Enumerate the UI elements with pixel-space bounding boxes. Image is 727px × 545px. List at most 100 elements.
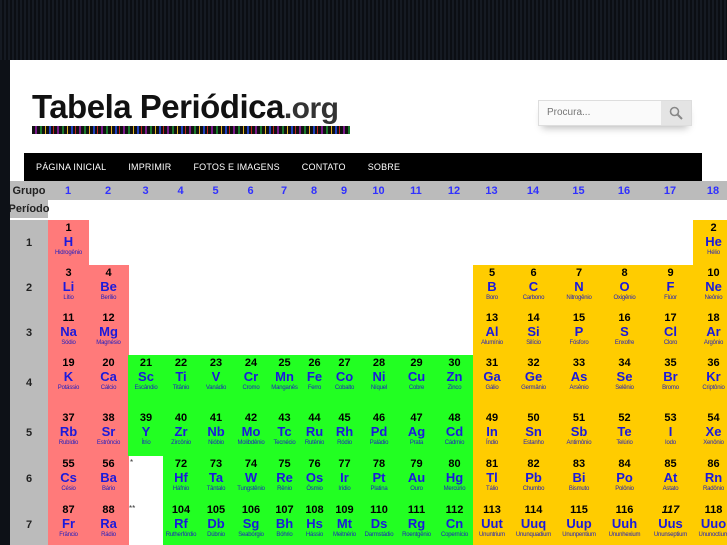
element-as[interactable]: 33 As Arsênio [556, 355, 602, 410]
nav-photos[interactable]: FOTOS E IMAGENS [193, 162, 279, 172]
atomic-number: 18 [707, 312, 720, 324]
element-pd[interactable]: 46 Pd Paládio [360, 410, 398, 456]
element-p[interactable]: 15 P Fósforo [556, 310, 602, 355]
element-se[interactable]: 34 Se Selênio [601, 355, 648, 410]
nav-contact[interactable]: CONTATO [302, 162, 346, 172]
nav-about[interactable]: SOBRE [368, 162, 401, 172]
element-b[interactable]: 5 B Boro [473, 265, 511, 310]
element-re[interactable]: 75 Re Rênio [268, 456, 301, 502]
element-sb[interactable]: 51 Sb Antimônio [556, 410, 602, 456]
element-au[interactable]: 79 Au Ouro [397, 456, 436, 502]
search-button[interactable] [661, 101, 691, 125]
element-bi[interactable]: 83 Bi Bismuto [556, 456, 602, 502]
element-nb[interactable]: 41 Nb Nióbio [198, 410, 234, 456]
search-input[interactable] [539, 101, 662, 123]
nav-home[interactable]: PÁGINA INICIAL [36, 162, 106, 172]
element-mg[interactable]: 12 Mg Magnésio [88, 310, 129, 355]
element-ca[interactable]: 20 Ca Cálcio [88, 355, 129, 410]
atomic-number: 81 [485, 458, 499, 470]
element-ra[interactable]: 88 Ra Rádio [88, 502, 129, 545]
element-rf[interactable]: 104 Rf Rutherfórdio [163, 502, 199, 545]
site-logo[interactable]: Tabela Periódica.org [32, 88, 339, 126]
element-at[interactable]: 85 At Astato [647, 456, 694, 502]
element-uuq[interactable]: 114 Uuq Ununquadium [510, 502, 557, 545]
element-ba[interactable]: 56 Ba Bário [88, 456, 129, 502]
element-uus[interactable]: 117 Uus Ununseptium [647, 502, 694, 545]
element-y[interactable]: 39 Y Ítrio [128, 410, 164, 456]
element-hg[interactable]: 80 Hg Mercúrio [435, 456, 474, 502]
element-na[interactable]: 11 Na Sódio [48, 310, 89, 355]
element-sr[interactable]: 38 Sr Estrôncio [88, 410, 129, 456]
element-fe[interactable]: 26 Fe Ferro [300, 355, 329, 410]
element-kr[interactable]: 36 Kr Criptônio [693, 355, 727, 410]
element-mo[interactable]: 42 Mo Molibdênio [233, 410, 269, 456]
element-mt[interactable]: 109 Mt Meitnério [328, 502, 361, 545]
element-rg[interactable]: 111 Rg Roentgênio [397, 502, 436, 545]
element-n[interactable]: 7 N Nitrogênio [556, 265, 602, 310]
element-o[interactable]: 8 O Oxigênio [601, 265, 648, 310]
element-be[interactable]: 4 Be Berílio [88, 265, 129, 310]
element-os[interactable]: 76 Os Ósmio [300, 456, 329, 502]
element-tl[interactable]: 81 Tl Tálio [473, 456, 511, 502]
element-w[interactable]: 74 W Tungstênio [233, 456, 269, 502]
element-cn[interactable]: 112 Cn Copernício [435, 502, 474, 545]
element-he[interactable]: 2 He Hélio [693, 220, 727, 265]
element-br[interactable]: 35 Br Bromo [647, 355, 694, 410]
element-ne[interactable]: 10 Ne Neônio [693, 265, 727, 310]
element-name: Fósforo [569, 340, 589, 346]
element-sn[interactable]: 50 Sn Estanho [510, 410, 557, 456]
element-v[interactable]: 23 V Vanádio [198, 355, 234, 410]
element-ni[interactable]: 28 Ni Níquel [360, 355, 398, 410]
element-mn[interactable]: 25 Mn Manganês [268, 355, 301, 410]
element-uup[interactable]: 115 Uup Ununpentium [556, 502, 602, 545]
element-cs[interactable]: 55 Cs Césio [48, 456, 89, 502]
element-s[interactable]: 16 S Enxofre [601, 310, 648, 355]
element-ru[interactable]: 44 Ru Rutênio [300, 410, 329, 456]
element-si[interactable]: 14 Si Silício [510, 310, 557, 355]
element-cd[interactable]: 48 Cd Cádmio [435, 410, 474, 456]
nav-print[interactable]: IMPRIMIR [128, 162, 171, 172]
element-c[interactable]: 6 C Carbono [510, 265, 557, 310]
element-zn[interactable]: 30 Zn Zinco [435, 355, 474, 410]
element-ti[interactable]: 22 Ti Titânio [163, 355, 199, 410]
element-f[interactable]: 9 F Flúor [647, 265, 694, 310]
element-fr[interactable]: 87 Fr Frâncio [48, 502, 89, 545]
element-ta[interactable]: 73 Ta Tântalo [198, 456, 234, 502]
element-rn[interactable]: 86 Rn Radônio [693, 456, 727, 502]
element-hs[interactable]: 108 Hs Hássio [300, 502, 329, 545]
element-pb[interactable]: 82 Pb Chumbo [510, 456, 557, 502]
element-i[interactable]: 53 I Iodo [647, 410, 694, 456]
element-cu[interactable]: 29 Cu Cobre [397, 355, 436, 410]
element-co[interactable]: 27 Co Cobalto [328, 355, 361, 410]
element-al[interactable]: 13 Al Alumínio [473, 310, 511, 355]
element-ar[interactable]: 18 Ar Argônio [693, 310, 727, 355]
element-cr[interactable]: 24 Cr Cromo [233, 355, 269, 410]
element-ds[interactable]: 110 Ds Darmstádio [360, 502, 398, 545]
element-sc[interactable]: 21 Sc Escândio [128, 355, 164, 410]
element-ga[interactable]: 31 Ga Gálio [473, 355, 511, 410]
element-h[interactable]: 1 H Hidrogênio [48, 220, 89, 265]
element-cl[interactable]: 17 Cl Cloro [647, 310, 694, 355]
element-ge[interactable]: 32 Ge Germânio [510, 355, 557, 410]
element-li[interactable]: 3 Li Lítio [48, 265, 89, 310]
atomic-number: 15 [572, 312, 586, 324]
element-hf[interactable]: 72 Hf Háfnio [163, 456, 199, 502]
element-ir[interactable]: 77 Ir Irídio [328, 456, 361, 502]
element-po[interactable]: 84 Po Polônio [601, 456, 648, 502]
element-uut[interactable]: 113 Uut Ununtrium [473, 502, 511, 545]
element-pt[interactable]: 78 Pt Platina [360, 456, 398, 502]
element-uuo[interactable]: 118 Uuo Ununoctium [693, 502, 727, 545]
element-zr[interactable]: 40 Zr Zircônio [163, 410, 199, 456]
element-rb[interactable]: 37 Rb Rubídio [48, 410, 89, 456]
element-k[interactable]: 19 K Potássio [48, 355, 89, 410]
element-xe[interactable]: 54 Xe Xenônio [693, 410, 727, 456]
element-uuh[interactable]: 116 Uuh Ununhexium [601, 502, 648, 545]
element-db[interactable]: 105 Db Dúbnio [198, 502, 234, 545]
element-rh[interactable]: 45 Rh Ródio [328, 410, 361, 456]
element-bh[interactable]: 107 Bh Bóhrio [268, 502, 301, 545]
element-tc[interactable]: 43 Tc Tecnécio [268, 410, 301, 456]
element-te[interactable]: 52 Te Telúrio [601, 410, 648, 456]
element-sg[interactable]: 106 Sg Seabórgio [233, 502, 269, 545]
element-ag[interactable]: 47 Ag Prata [397, 410, 436, 456]
element-in[interactable]: 49 In Índio [473, 410, 511, 456]
